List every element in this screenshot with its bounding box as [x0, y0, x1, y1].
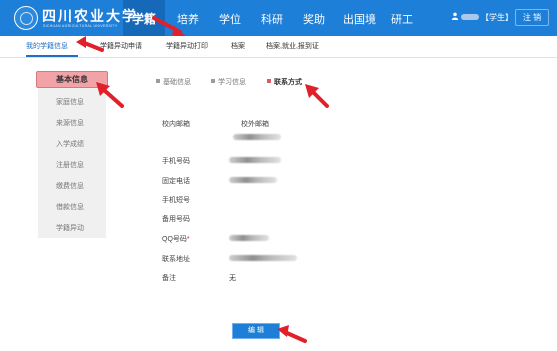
tab-dot-study [211, 79, 215, 83]
annotation-arrow-sidebar [96, 82, 124, 108]
external-email-value-redacted [233, 134, 281, 140]
qq-label-text: QQ号码 [162, 236, 187, 243]
remark-label: 备注 [162, 275, 176, 282]
subnav-status-change-apply[interactable]: 学籍异动申请 [100, 41, 142, 51]
subnav-my-status[interactable]: 我的学籍信息 [26, 41, 68, 51]
sidebar-item-status-change[interactable]: 学籍异动 [56, 223, 84, 233]
tab-dot-contact [267, 79, 271, 83]
tab-contact-info[interactable]: 联系方式 [274, 77, 302, 87]
annotation-arrow-tab [305, 84, 329, 108]
landline-value-redacted [229, 177, 277, 183]
user-icon [451, 12, 459, 20]
nav-item-keyan[interactable]: 科研 [261, 11, 283, 27]
short-phone-label: 手机短号 [162, 197, 190, 204]
nav-item-chuguojing[interactable]: 出国境 [343, 11, 376, 27]
qq-value-redacted [229, 235, 269, 241]
annotation-arrow-nav [152, 16, 186, 36]
tab-basic-info[interactable]: 基础信息 [163, 77, 191, 87]
sidebar-item-registration[interactable]: 注册信息 [56, 160, 84, 170]
sidebar-item-payment[interactable]: 缴费信息 [56, 181, 84, 191]
subnav-active-underline [26, 55, 78, 57]
sidebar-item-entrance-score[interactable]: 入学成绩 [56, 139, 84, 149]
address-label: 联系地址 [162, 256, 190, 263]
tab-dot-basic [156, 79, 160, 83]
remark-value: 无 [229, 275, 236, 282]
university-name: 四川农业大学 [42, 9, 138, 25]
nav-item-jiangzhu[interactable]: 奖助 [303, 11, 325, 27]
address-value-redacted [229, 255, 297, 261]
subnav-archive[interactable]: 档案 [231, 41, 245, 51]
nav-item-xuewei[interactable]: 学位 [219, 11, 241, 27]
phone-value-redacted [229, 157, 281, 163]
required-mark: * [186, 236, 190, 243]
nav-item-yangong[interactable]: 研工 [391, 11, 413, 27]
landline-label: 固定电话 [162, 178, 190, 185]
sidebar-item-loan[interactable]: 借款信息 [56, 202, 84, 212]
phone-label: 手机号码 [162, 158, 190, 165]
logout-button[interactable]: 注 销 [515, 9, 549, 26]
top-header-bar: 四川农业大学 SICHUAN AGRICULTURAL UNIVERSITY 学… [0, 0, 557, 36]
annotation-arrow-edit [277, 325, 307, 343]
external-email-label: 校外邮箱 [241, 121, 269, 128]
qq-label: QQ号码* [162, 234, 190, 244]
sidebar-item-family[interactable]: 家庭信息 [56, 97, 84, 107]
university-logo-icon [14, 6, 38, 30]
backup-phone-label: 备用号码 [162, 216, 190, 223]
annotation-arrow-subnav [76, 36, 104, 52]
university-subtitle: SICHUAN AGRICULTURAL UNIVERSITY [43, 24, 118, 28]
campus-email-label: 校内邮箱 [162, 121, 190, 128]
user-role: 【学生】 [481, 13, 513, 22]
subnav-archive-employment[interactable]: 档案,就业,报到证 [266, 41, 319, 51]
edit-button[interactable]: 编 辑 [232, 323, 280, 339]
sidebar-item-source[interactable]: 来源信息 [56, 118, 84, 128]
tab-study-info[interactable]: 学习信息 [218, 77, 246, 87]
user-name-redacted [461, 14, 479, 20]
subnav-status-change-print[interactable]: 学籍异动打印 [166, 41, 208, 51]
